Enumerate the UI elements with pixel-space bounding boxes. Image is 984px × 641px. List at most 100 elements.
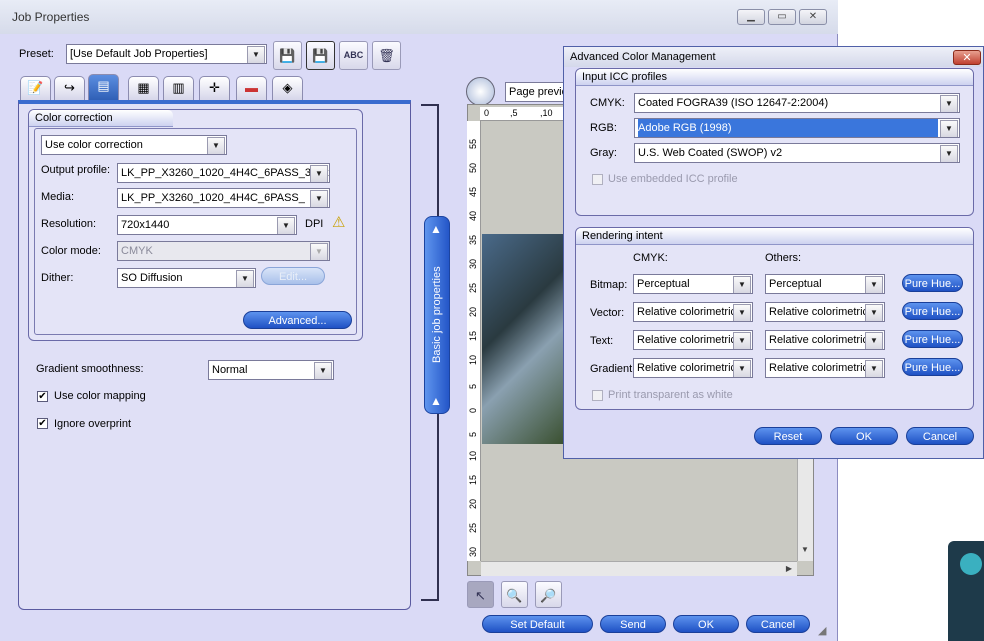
bitmap-others-select[interactable]: Perceptual ▼ xyxy=(765,274,885,294)
horizontal-scrollbar[interactable] xyxy=(481,561,797,576)
bitmap-label: Bitmap: xyxy=(590,279,628,291)
tab-layers[interactable]: ◈ xyxy=(272,76,303,100)
vector-others-select[interactable]: Relative colorimetric ▼ xyxy=(765,302,885,322)
minimize-icon[interactable]: ▁ xyxy=(737,9,765,25)
save-icon[interactable]: 💾 xyxy=(273,41,302,70)
clock-icon[interactable] xyxy=(466,77,495,106)
maximize-icon[interactable]: ▭ xyxy=(768,9,796,25)
chevron-down-icon: ▼ xyxy=(865,332,883,349)
tab-print[interactable]: ▦ xyxy=(128,76,159,100)
vector-cmyk-value: Relative colorimetric xyxy=(637,306,737,318)
layout-icon: ↪ xyxy=(64,80,75,95)
close-icon[interactable]: ✕ xyxy=(953,50,981,65)
gradient-smoothness-select[interactable]: Normal ▼ xyxy=(208,360,334,380)
ok-button[interactable]: OK xyxy=(673,615,739,633)
rename-icon[interactable]: ABC xyxy=(339,41,368,70)
gradient-smoothness-label: Gradient smoothness: xyxy=(36,363,144,375)
dither-value: SO Diffusion xyxy=(121,272,183,284)
ignore-overprint-checkbox[interactable]: ✔ xyxy=(37,418,48,429)
dialog-cancel-button[interactable]: Cancel xyxy=(906,427,974,445)
zoom-page-icon[interactable]: 🔎 xyxy=(535,581,562,608)
tab-color[interactable]: ▤ xyxy=(88,74,119,100)
chevron-down-icon: ▼ xyxy=(733,276,751,293)
color-icon: ▤ xyxy=(97,78,110,93)
layers-icon: ◈ xyxy=(282,80,293,95)
title-bar[interactable]: Job Properties ▁ ▭ ✕ xyxy=(0,0,838,34)
text-others-select[interactable]: Relative colorimetric ▼ xyxy=(765,330,885,350)
bitmap-cmyk-select[interactable]: Perceptual ▼ xyxy=(633,274,753,294)
gradient-cmyk-select[interactable]: Relative colorimetric ▼ xyxy=(633,358,753,378)
chevron-down-icon: ▼ xyxy=(247,46,265,63)
resize-grip-icon[interactable]: ◢ xyxy=(818,624,826,637)
tab-general[interactable]: 📝 xyxy=(20,76,51,100)
rgb-profile-select[interactable]: Adobe RGB (1998) ▼ xyxy=(634,118,960,138)
gray-profile-select[interactable]: U.S. Web Coated (SWOP) v2 ▼ xyxy=(634,143,960,163)
preview-mode-value: Page previe xyxy=(509,86,565,98)
print-transparent-checkbox xyxy=(592,390,603,401)
pointer-tool-icon[interactable]: ↖ xyxy=(467,581,494,608)
dialog-ok-button[interactable]: OK xyxy=(830,427,898,445)
color-correction-mode-select[interactable]: Use color correction ▼ xyxy=(41,135,227,155)
color-mode-select: CMYK ▼ xyxy=(117,241,330,261)
ruler-tick-label: ,5 xyxy=(510,108,518,118)
use-color-mapping-checkbox[interactable]: ✔ xyxy=(37,391,48,402)
ruler-tick-label: 30 xyxy=(468,546,478,557)
advanced-button[interactable]: Advanced... xyxy=(243,311,352,329)
basic-job-properties-label: Basic job properties xyxy=(431,266,443,364)
chevron-down-icon: ▼ xyxy=(207,137,225,154)
save-as-icon[interactable]: 💾 xyxy=(306,41,335,70)
tab-layout[interactable]: ↪ xyxy=(54,76,85,100)
delete-icon[interactable]: 🗑 xyxy=(372,41,401,70)
resolution-label: Resolution: xyxy=(41,218,97,230)
ruler-tick-label: 0 xyxy=(468,407,478,413)
ruler-tick-label: 20 xyxy=(468,306,478,317)
send-button[interactable]: Send xyxy=(600,615,666,633)
chevron-down-icon: ▼ xyxy=(310,165,328,182)
tab-marks[interactable]: ✛ xyxy=(199,76,230,100)
dialog-title-bar[interactable]: Advanced Color Management ✕ xyxy=(564,47,983,67)
color-correction-mode-value: Use color correction xyxy=(45,139,143,151)
text-pure-hue-button[interactable]: Pure Hue... xyxy=(902,330,963,348)
tab-tile[interactable]: ▥ xyxy=(163,76,194,100)
scroll-down-icon[interactable]: ▼ xyxy=(797,542,813,558)
media-value: LK_PP_X3260_1020_4H4C_6PASS_ xyxy=(121,192,305,204)
preview-mode-select[interactable]: Page previe xyxy=(505,82,565,102)
close-icon[interactable]: ✕ xyxy=(799,9,827,25)
text-cmyk-select[interactable]: Relative colorimetric ▼ xyxy=(633,330,753,350)
output-profile-value: LK_PP_X3260_1020_4H4C_6PASS_360x xyxy=(121,167,329,179)
cmyk-profile-select[interactable]: Coated FOGRA39 (ISO 12647-2:2004) ▼ xyxy=(634,93,960,113)
ruler-tick-label: 30 xyxy=(468,258,478,269)
set-default-button[interactable]: Set Default xyxy=(482,615,593,633)
cmyk-column-label: CMYK: xyxy=(633,252,668,264)
scroll-right-icon[interactable]: ▶ xyxy=(781,561,797,576)
ruler-tick-label: 45 xyxy=(468,186,478,197)
print-icon: ▦ xyxy=(137,80,150,95)
vector-pure-hue-button[interactable]: Pure Hue... xyxy=(902,302,963,320)
resolution-unit: DPI xyxy=(305,218,324,230)
reset-button[interactable]: Reset xyxy=(754,427,822,445)
resolution-select[interactable]: 720x1440 ▼ xyxy=(117,215,297,235)
preset-select[interactable]: [Use Default Job Properties] ▼ xyxy=(66,44,267,64)
ruler-tick-label: 5 xyxy=(468,431,478,437)
tab-colorbar[interactable]: ▬ xyxy=(236,76,267,100)
cancel-button[interactable]: Cancel xyxy=(746,615,810,633)
ruler-tick-label: 0 xyxy=(484,108,490,118)
dither-select[interactable]: SO Diffusion ▼ xyxy=(117,268,256,288)
color-mode-label: Color mode: xyxy=(41,245,101,257)
preset-label: Preset: xyxy=(19,48,54,60)
bitmap-pure-hue-button[interactable]: Pure Hue... xyxy=(902,274,963,292)
gray-profile-label: Gray: xyxy=(590,147,617,159)
vector-cmyk-select[interactable]: Relative colorimetric ▼ xyxy=(633,302,753,322)
gradient-others-select[interactable]: Relative colorimetric ▼ xyxy=(765,358,885,378)
use-color-mapping-label: Use color mapping xyxy=(54,390,146,402)
ruler-tick-label: 40 xyxy=(468,210,478,221)
gradient-pure-hue-button[interactable]: Pure Hue... xyxy=(902,358,963,376)
avatar xyxy=(960,553,982,575)
input-icc-profiles-header: Input ICC profiles xyxy=(576,69,973,86)
zoom-tool-icon[interactable]: 🔍 xyxy=(501,581,528,608)
rgb-profile-label: RGB: xyxy=(590,122,617,134)
media-select[interactable]: LK_PP_X3260_1020_4H4C_6PASS_ ▼ xyxy=(117,188,330,208)
output-profile-select[interactable]: LK_PP_X3260_1020_4H4C_6PASS_360x ▼ xyxy=(117,163,330,183)
dialog-title: Advanced Color Management xyxy=(570,51,716,63)
resolution-value: 720x1440 xyxy=(121,219,170,231)
